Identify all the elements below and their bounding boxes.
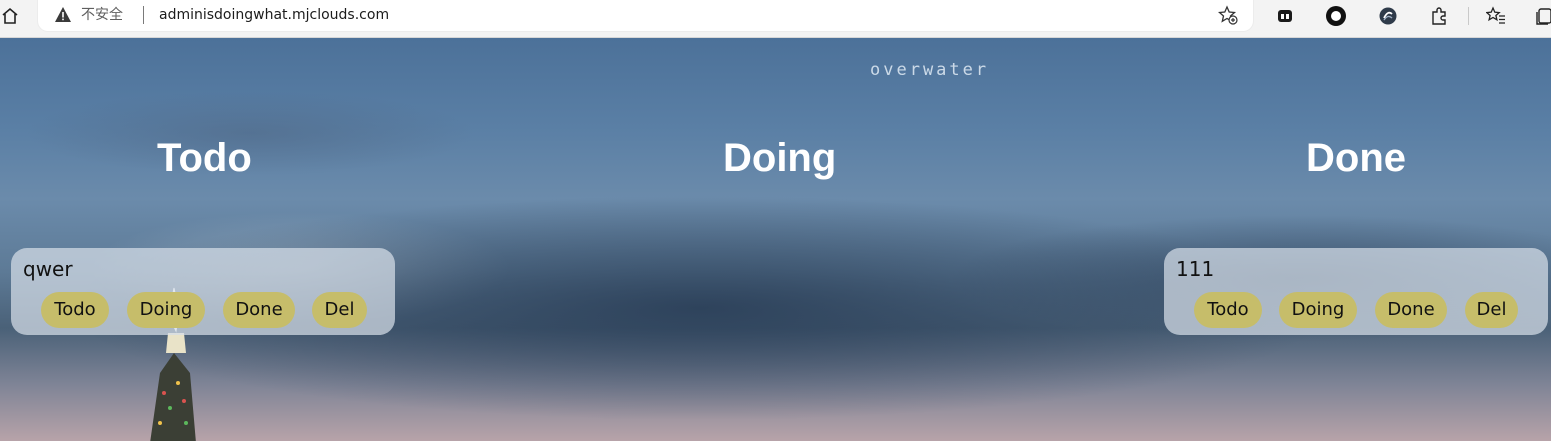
url-text[interactable]: adminisdoingwhat.mjclouds.com: [159, 5, 389, 25]
extension-2-icon[interactable]: [1325, 5, 1347, 27]
home-icon[interactable]: [0, 6, 20, 26]
move-to-done-button[interactable]: Done: [223, 292, 295, 328]
delete-button[interactable]: Del: [1465, 292, 1518, 328]
collections-icon[interactable]: [1533, 5, 1551, 27]
move-to-done-button[interactable]: Done: [1375, 292, 1447, 328]
address-bar[interactable]: 不安全 adminisdoingwhat.mjclouds.com: [38, 0, 1253, 31]
add-favorite-icon[interactable]: [1217, 5, 1238, 25]
column-title-doing: Doing: [723, 136, 837, 180]
security-status-label[interactable]: 不安全: [81, 5, 123, 25]
extensions-puzzle-icon[interactable]: [1428, 5, 1450, 27]
move-to-doing-button[interactable]: Doing: [1279, 292, 1357, 328]
extension-1-icon[interactable]: [1274, 5, 1296, 27]
card-text: qwer: [23, 257, 73, 281]
column-title-done: Done: [1306, 136, 1406, 180]
toolbar-separator: [1468, 7, 1469, 25]
brand-logo-text: overwater: [870, 60, 990, 80]
warning-triangle-icon[interactable]: [54, 6, 72, 24]
move-to-todo-button[interactable]: Todo: [41, 292, 109, 328]
column-title-todo: Todo: [157, 136, 252, 180]
delete-button[interactable]: Del: [312, 292, 367, 328]
move-to-doing-button[interactable]: Doing: [127, 292, 205, 328]
move-to-todo-button[interactable]: Todo: [1194, 292, 1262, 328]
browser-toolbar: 不安全 adminisdoingwhat.mjclouds.com: [0, 0, 1551, 38]
todo-card: qwer Todo Doing Done Del: [11, 248, 395, 335]
favorites-icon[interactable]: [1485, 5, 1507, 27]
page-background: overwater Todo Doing Done qwer Todo Doin…: [0, 38, 1551, 441]
done-card: 111 Todo Doing Done Del: [1164, 248, 1548, 335]
address-separator: [143, 6, 144, 24]
card-text: 111: [1176, 257, 1215, 281]
extension-3-icon[interactable]: [1377, 5, 1399, 27]
